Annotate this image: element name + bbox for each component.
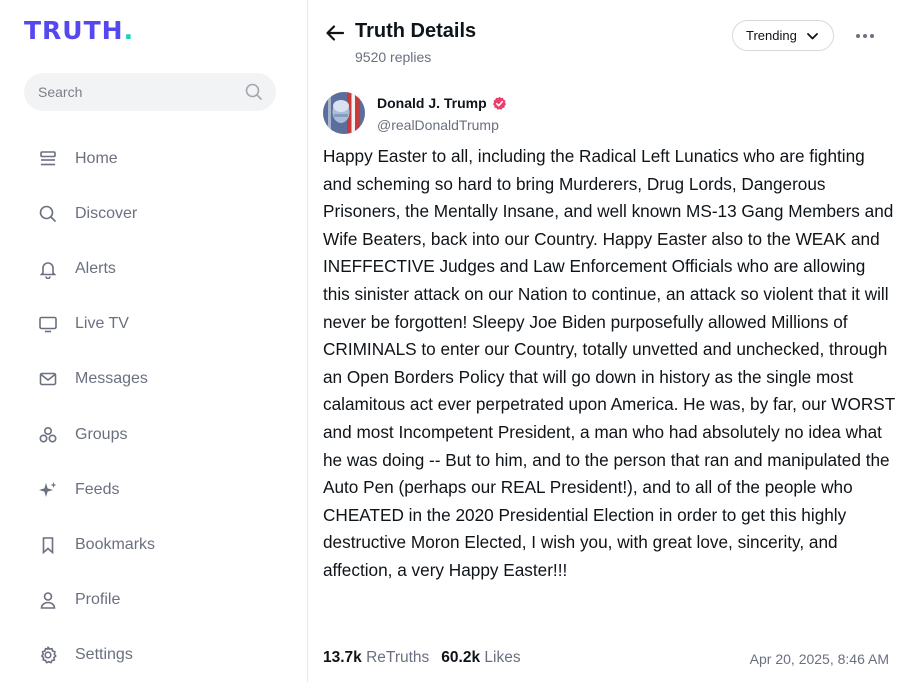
retruths-label: ReTruths xyxy=(366,649,430,666)
replies-count: 9520 replies xyxy=(355,49,432,65)
back-arrow-icon[interactable] xyxy=(324,22,346,44)
sort-dropdown-label: Trending xyxy=(746,28,797,43)
sidebar-item-messages[interactable]: Messages xyxy=(38,352,155,407)
groups-icon xyxy=(39,426,57,443)
sidebar-item-label: Profile xyxy=(75,591,121,609)
sidebar-item-alerts[interactable]: Alerts xyxy=(38,241,155,296)
main-column: Truth Details 9520 replies Trending Dona… xyxy=(308,0,900,682)
sidebar-item-label: Home xyxy=(75,149,118,167)
post-body: Happy Easter to all, including the Radic… xyxy=(323,146,895,580)
search-icon[interactable] xyxy=(244,82,264,102)
truth-logo[interactable]: TRUTH. xyxy=(24,16,134,45)
sort-dropdown[interactable]: Trending xyxy=(732,20,834,51)
sidebar-item-settings[interactable]: Settings xyxy=(38,628,155,682)
search-input[interactable] xyxy=(24,73,276,111)
logo-dot: . xyxy=(123,16,135,45)
author-name[interactable]: Donald J. Trump xyxy=(377,95,507,111)
sidebar-item-feeds[interactable]: Feeds xyxy=(38,462,155,517)
tv-icon xyxy=(39,316,57,333)
gear-icon xyxy=(41,646,57,664)
envelope-icon xyxy=(39,373,57,386)
sidebar-item-label: Discover xyxy=(75,204,138,222)
post-timestamp: Apr 20, 2025, 8:46 AM xyxy=(749,651,889,667)
sidebar-item-label: Settings xyxy=(75,646,133,664)
bell-icon xyxy=(39,262,57,279)
sidebar-item-label: Messages xyxy=(75,370,148,388)
person-icon xyxy=(40,592,56,609)
sidebar-item-label: Feeds xyxy=(75,480,120,498)
sidebar-item-label: Live TV xyxy=(75,315,129,333)
bookmark-icon xyxy=(42,537,54,555)
search-icon xyxy=(39,205,57,222)
avatar[interactable] xyxy=(323,92,365,134)
logo-text: TRUTH xyxy=(24,16,124,45)
more-options-icon[interactable] xyxy=(854,26,876,46)
sidebar-item-discover[interactable]: Discover xyxy=(38,186,155,241)
sidebar: TRUTH. Home Discover Alerts Live TV Mess… xyxy=(0,0,308,682)
sidebar-item-label: Groups xyxy=(75,425,128,443)
author-name-text: Donald J. Trump xyxy=(377,95,487,111)
sparkle-icon xyxy=(39,481,57,497)
sidebar-item-label: Alerts xyxy=(75,259,116,277)
search-box xyxy=(24,73,276,111)
likes-label: Likes xyxy=(484,649,521,666)
sidebar-item-label: Bookmarks xyxy=(75,535,156,553)
chevron-down-icon xyxy=(807,33,818,40)
page-title: Truth Details xyxy=(355,20,477,42)
likes-count: 60.2k xyxy=(441,649,481,666)
sidebar-nav: Home Discover Alerts Live TV Messages Gr… xyxy=(38,131,155,682)
retruths-count: 13.7k xyxy=(323,649,362,666)
sidebar-item-groups[interactable]: Groups xyxy=(38,407,155,462)
sidebar-item-home[interactable]: Home xyxy=(38,131,155,186)
sidebar-item-live-tv[interactable]: Live TV xyxy=(38,297,155,352)
author-handle[interactable]: @realDonaldTrump xyxy=(377,117,499,133)
sidebar-item-profile[interactable]: Profile xyxy=(38,573,155,628)
likes-stat[interactable]: 60.2k Likes xyxy=(441,649,520,667)
avatar-image xyxy=(323,92,365,134)
post-stats: 13.7k ReTruths 60.2k Likes xyxy=(323,649,533,667)
home-icon xyxy=(40,150,56,165)
retruths-stat[interactable]: 13.7k ReTruths xyxy=(323,649,429,667)
verified-badge-icon xyxy=(492,96,506,110)
sidebar-item-bookmarks[interactable]: Bookmarks xyxy=(38,517,155,572)
